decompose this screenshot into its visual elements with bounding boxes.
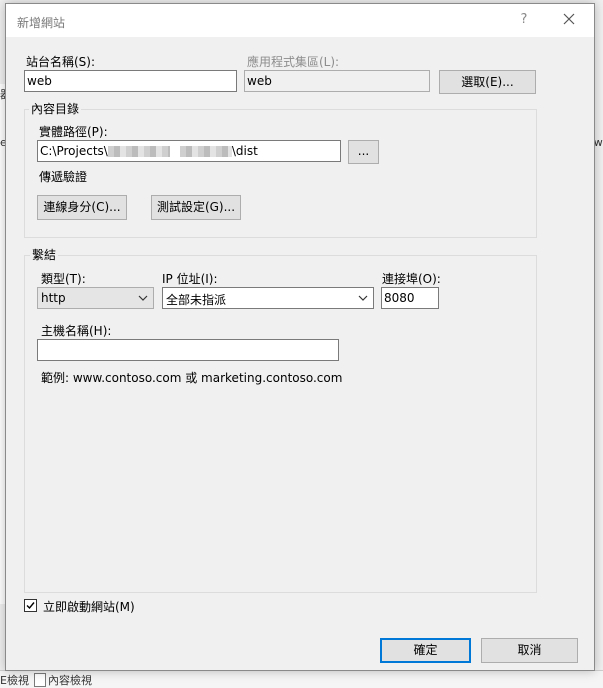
redacted-path-segment [179, 146, 232, 157]
ok-button[interactable]: 確定 [380, 638, 471, 663]
binding-type-label: 類型(T): [41, 272, 86, 286]
path-suffix: \dist [231, 144, 258, 158]
app-pool-input: web [244, 70, 430, 92]
help-button[interactable]: ? [511, 8, 537, 32]
background-status-bar: E檢視 內容檢視 [0, 670, 603, 688]
content-view-icon [34, 673, 46, 687]
ip-address-select[interactable]: 全部未指派 [162, 287, 374, 309]
chevron-down-icon [138, 295, 148, 301]
site-name-input[interactable]: web [24, 70, 237, 92]
host-name-label: 主機名稱(H): [41, 324, 112, 338]
binding-title: 繫結 [30, 246, 59, 263]
physical-path-label: 實體路徑(P): [39, 125, 108, 139]
connect-as-button[interactable]: 連線身分(C)... [37, 195, 127, 220]
start-immediately-checkbox[interactable] [24, 599, 37, 612]
checkmark-icon [26, 602, 35, 610]
path-prefix: C:\Projects\ [40, 144, 108, 158]
start-immediately-label[interactable]: 立即啟動網站(M) [43, 598, 135, 615]
dialog-title: 新增網站 [17, 16, 66, 30]
physical-path-input[interactable]: C:\Projects\ \dist [37, 140, 341, 162]
redacted-path-segment [107, 146, 170, 157]
add-website-dialog: 新增網站 ? 站台名稱(S): web 應用程式集區(L): web 選取(E)… [5, 3, 595, 671]
select-app-pool-button[interactable]: 選取(E)... [439, 70, 536, 94]
app-pool-label: 應用程式集區(L): [247, 55, 340, 69]
site-name-label: 站台名稱(S): [26, 55, 96, 69]
ip-address-label: IP 位址(I): [162, 272, 218, 286]
chevron-down-icon [358, 295, 368, 301]
close-icon[interactable] [556, 8, 582, 32]
pass-through-auth-label: 傳遞驗證 [39, 170, 88, 184]
binding-type-select[interactable]: http [37, 287, 154, 309]
background-view-label: E檢視 [0, 674, 29, 687]
port-input[interactable]: 8080 [381, 287, 439, 309]
port-label: 連接埠(O): [382, 272, 441, 286]
cancel-button[interactable]: 取消 [481, 638, 578, 663]
host-name-input[interactable] [37, 339, 339, 361]
binding-type-value: http [41, 291, 66, 305]
content-directory-title: 內容目錄 [29, 100, 82, 117]
test-settings-button[interactable]: 測試設定(G)... [151, 195, 241, 220]
dialog-titlebar: 新增網站 ? [6, 4, 594, 37]
ip-address-value: 全部未指派 [166, 293, 227, 307]
browse-button[interactable]: ... [348, 140, 379, 164]
content-view-tab[interactable]: 內容檢視 [48, 672, 92, 688]
host-name-example: 範例: www.contoso.com 或 marketing.contoso.… [41, 371, 343, 385]
